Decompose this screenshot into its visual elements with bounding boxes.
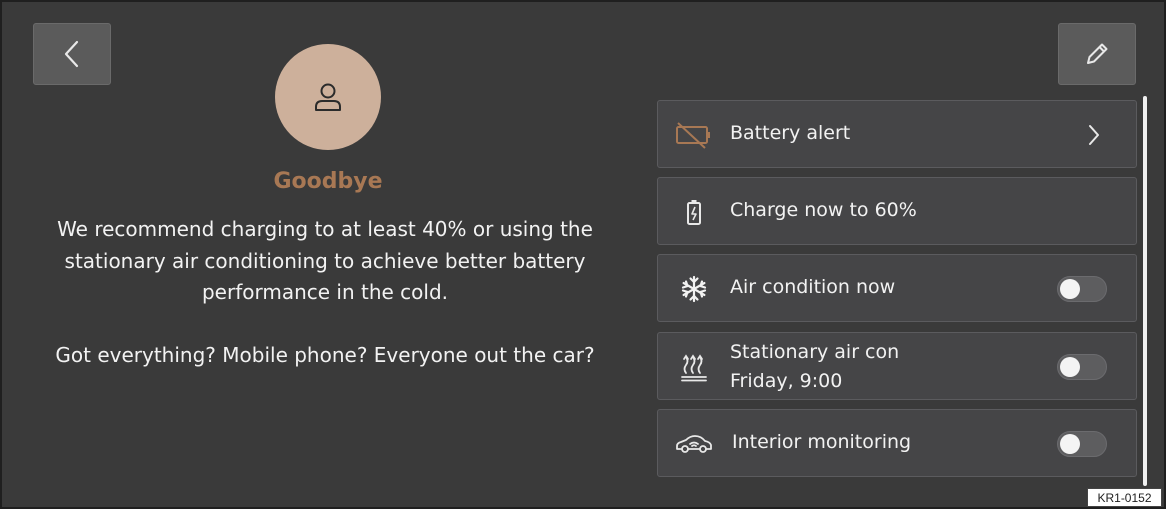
back-button[interactable] [33,23,111,85]
interior-monitoring-label: Interior monitoring [732,431,912,453]
toggle-knob [1060,434,1080,454]
charging-recommendation: We recommend charging to at least 40% or… [57,217,593,304]
battery-crossed-icon [674,117,714,153]
battery-alert-label: Battery alert [730,122,851,144]
person-icon [315,83,341,111]
figure-code: KR1-0152 [1087,488,1162,507]
chevron-right-icon [1086,123,1102,151]
charge-now-label: Charge now to 60% [730,199,917,221]
screen: Goodbye We recommend charging to at leas… [0,0,1166,509]
battery-charging-icon [674,194,714,230]
avatar [275,44,381,150]
greeting-title: Goodbye [273,169,383,194]
air-condition-label: Air condition now [730,276,896,298]
battery-alert-tile[interactable]: Battery alert [657,100,1137,168]
stationary-air-con-time: Friday, 9:00 [730,370,843,392]
chevron-left-icon [64,40,79,68]
snowflake-icon [674,271,714,307]
air-condition-tile[interactable]: Air condition now [657,254,1137,322]
car-monitor-icon [674,426,714,462]
checklist-reminder: Got everything? Mobile phone? Everyone o… [55,343,595,367]
toggle-knob [1060,357,1080,377]
pencil-icon [1087,43,1108,64]
edit-button[interactable] [1058,23,1136,85]
heat-waves-icon [674,349,714,385]
stationary-air-con-toggle[interactable] [1057,354,1107,380]
stationary-air-con-label: Stationary air con [730,341,900,363]
air-condition-toggle[interactable] [1057,276,1107,302]
charge-now-tile[interactable]: Charge now to 60% [657,177,1137,245]
stationary-air-con-tile[interactable]: Stationary air con Friday, 9:00 [657,332,1137,400]
interior-monitoring-toggle[interactable] [1057,431,1107,457]
interior-monitoring-tile[interactable]: Interior monitoring [657,409,1137,477]
scrollbar[interactable] [1143,96,1147,486]
toggle-knob [1060,279,1080,299]
